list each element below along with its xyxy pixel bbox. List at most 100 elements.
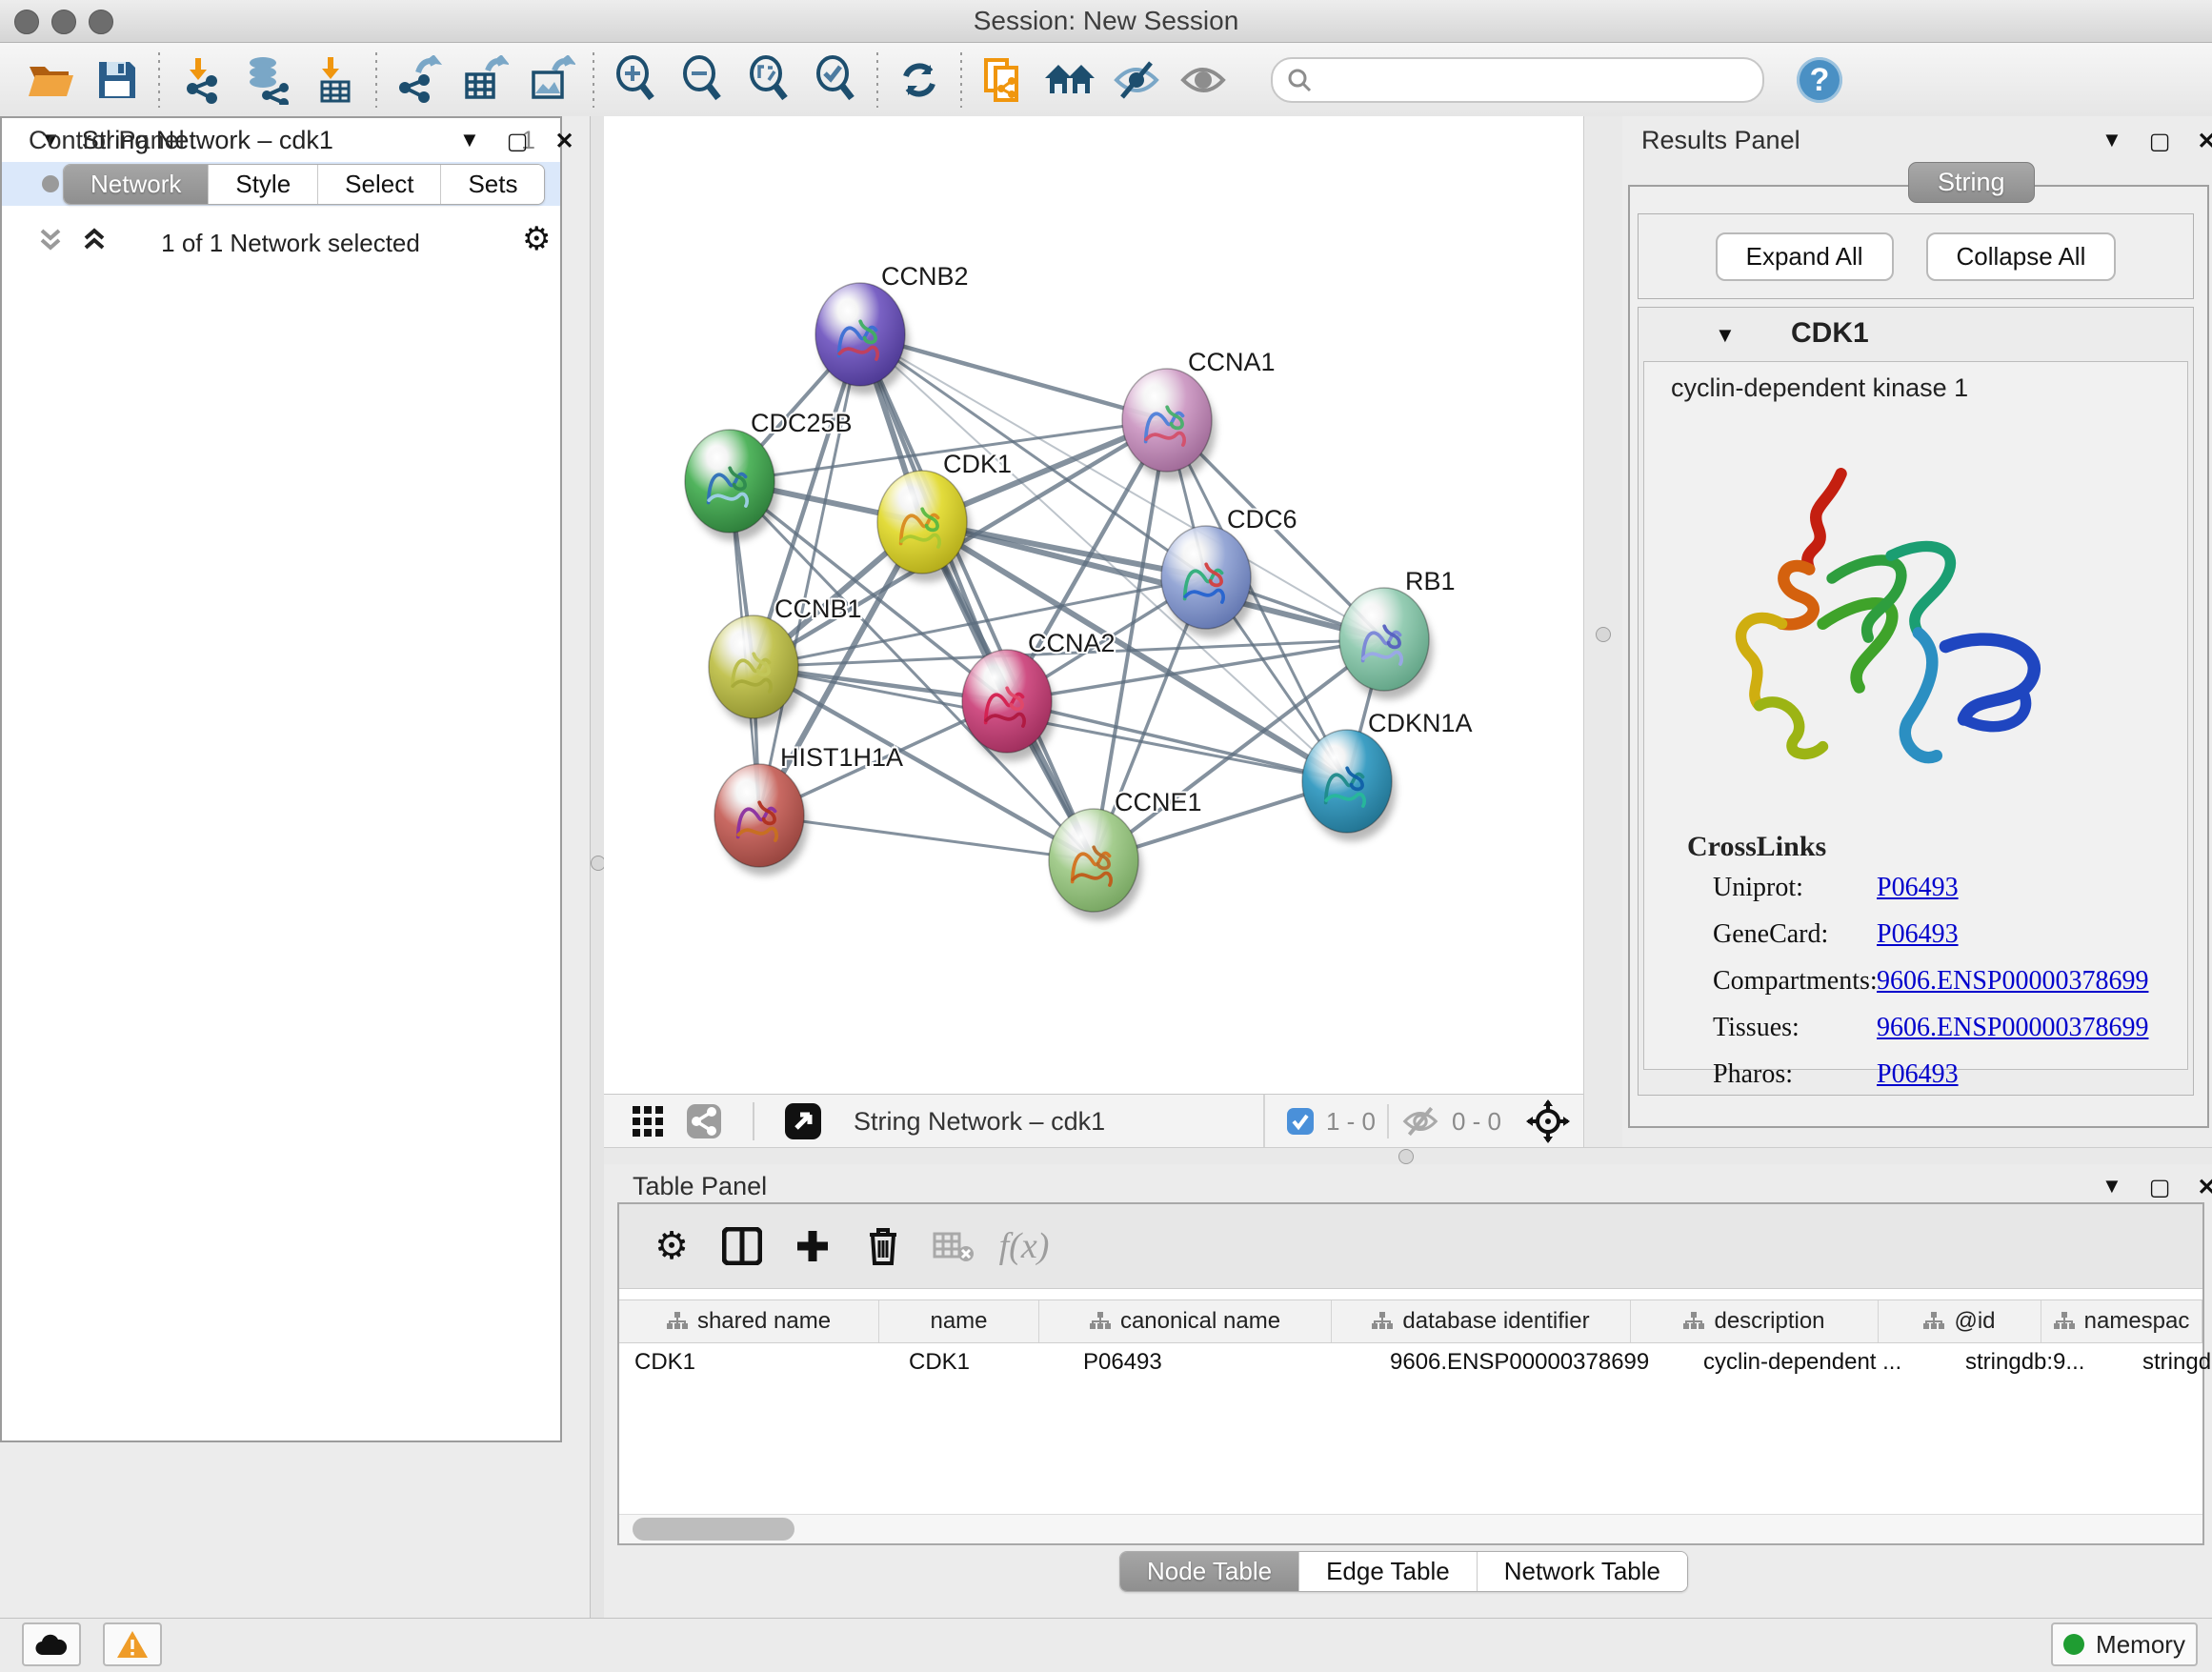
results-panel-close-button[interactable]: ✕ xyxy=(2197,128,2212,155)
network-node-ccnb2[interactable]: CCNB2 xyxy=(815,262,969,394)
column-header-name[interactable]: name xyxy=(879,1300,1039,1342)
zoom-out-button[interactable] xyxy=(669,51,735,109)
network-node-cdc6[interactable]: CDC6 xyxy=(1161,505,1297,637)
table-panel-close-button[interactable]: ✕ xyxy=(2197,1174,2212,1201)
cloud-status-button[interactable] xyxy=(22,1622,81,1666)
crosslink-value-link[interactable]: P06493 xyxy=(1877,919,1959,950)
column-header-namespac[interactable]: namespac xyxy=(2041,1300,2202,1342)
column-header--id[interactable]: @id xyxy=(1879,1300,2041,1342)
expand-all-button[interactable]: Expand All xyxy=(1716,232,1894,281)
tab-network-table[interactable]: Network Table xyxy=(1478,1552,1687,1591)
splitter-grip[interactable] xyxy=(1596,627,1611,642)
zoom-fit-button[interactable] xyxy=(735,51,802,109)
selected-checkbox-icon[interactable] xyxy=(1286,1107,1315,1136)
table-horizontal-scrollbar[interactable] xyxy=(619,1514,2202,1543)
save-session-button[interactable] xyxy=(84,51,151,109)
column-header-shared-name[interactable]: shared name xyxy=(619,1300,879,1342)
network-options-gear-icon[interactable]: ⚙ xyxy=(522,223,551,255)
search-input[interactable] xyxy=(1313,64,1717,95)
clone-network-button[interactable] xyxy=(970,51,1036,109)
crosslink-value-link[interactable]: 9606.ENSP00000378699 xyxy=(1877,966,2148,997)
network-node-cdkn1a[interactable]: CDKN1A xyxy=(1302,709,1473,841)
network-node-ccnb1[interactable]: CCNB1 xyxy=(709,594,862,727)
tab-string[interactable]: String xyxy=(1908,162,2035,203)
export-image-button[interactable] xyxy=(518,51,585,109)
warnings-button[interactable] xyxy=(103,1622,162,1666)
network-node-rb1[interactable]: RB1 xyxy=(1339,567,1456,699)
zoom-selected-button[interactable] xyxy=(802,51,869,109)
table-cell[interactable]: stringdb:9... xyxy=(1950,1342,2127,1382)
window-close-button[interactable] xyxy=(14,10,39,34)
show-all-button[interactable] xyxy=(1170,51,1237,109)
import-table-button[interactable] xyxy=(301,51,368,109)
column-header-canonical-name[interactable]: canonical name xyxy=(1039,1300,1332,1342)
results-panel-menu-caret[interactable]: ▼ xyxy=(2101,128,2122,155)
first-neighbors-button[interactable] xyxy=(1036,51,1103,109)
column-header-description[interactable]: description xyxy=(1631,1300,1879,1342)
network-edge[interactable] xyxy=(1007,701,1347,781)
hide-selected-button[interactable] xyxy=(1103,51,1170,109)
refresh-layout-button[interactable] xyxy=(886,51,953,109)
crosslink-value-link[interactable]: P06493 xyxy=(1877,873,1959,903)
network-canvas[interactable]: CCNB2CCNA1CDC25BCDK1CDC6RB1CCNB1CCNA2CDK… xyxy=(604,116,1583,1094)
scrollbar-thumb[interactable] xyxy=(633,1518,794,1541)
table-cell[interactable]: 9606.ENSP00000378699 xyxy=(1375,1342,1688,1382)
tab-edge-table[interactable]: Edge Table xyxy=(1299,1552,1478,1591)
network-share-icon[interactable] xyxy=(676,1088,732,1155)
network-edge[interactable] xyxy=(860,334,1094,860)
network-node-ccna1[interactable]: CCNA1 xyxy=(1122,348,1276,480)
network-node-cdc25b[interactable]: CDC25B xyxy=(685,409,853,541)
shared-column-icon xyxy=(2054,1312,2075,1331)
tab-select[interactable]: Select xyxy=(318,165,441,204)
collapse-all-button[interactable]: Collapse All xyxy=(1926,232,2117,281)
table-row[interactable]: CDK1CDK1P064939606.ENSP00000378699cyclin… xyxy=(619,1342,2212,1382)
export-image-icon xyxy=(528,55,575,105)
hidden-eye-icon[interactable] xyxy=(1400,1105,1440,1138)
control-panel-close-button[interactable]: ✕ xyxy=(554,128,573,155)
show-columns-icon[interactable] xyxy=(707,1213,777,1279)
network-edge[interactable] xyxy=(759,816,1094,860)
expand-all-networks-button[interactable] xyxy=(78,223,111,260)
function-builder-button[interactable]: f(x) xyxy=(989,1213,1059,1279)
import-network-button[interactable] xyxy=(168,51,234,109)
search-field[interactable] xyxy=(1271,57,1764,103)
export-table-button[interactable] xyxy=(452,51,518,109)
gene-card-caret[interactable]: ▼ xyxy=(1715,323,1736,348)
open-session-button[interactable] xyxy=(17,51,84,109)
delete-column-icon[interactable] xyxy=(848,1213,918,1279)
tab-network[interactable]: Network xyxy=(64,165,209,204)
zoom-in-button[interactable] xyxy=(602,51,669,109)
collapse-all-networks-button[interactable] xyxy=(34,223,67,260)
help-button[interactable]: ? xyxy=(1797,57,1842,103)
control-panel-float-button[interactable]: ▢ xyxy=(507,128,529,155)
import-network-from-database-button[interactable] xyxy=(234,51,301,109)
table-cell[interactable]: cyclin-dependent ... xyxy=(1688,1342,1950,1382)
table-panel-float-button[interactable]: ▢ xyxy=(2149,1174,2171,1201)
tab-style[interactable]: Style xyxy=(209,165,318,204)
crosslink-value-link[interactable]: P06493 xyxy=(1877,1059,1959,1090)
delete-table-icon[interactable] xyxy=(918,1213,989,1279)
crosshair-icon[interactable] xyxy=(1526,1099,1570,1143)
table-cell[interactable]: P06493 xyxy=(1068,1342,1375,1382)
tab-node-table[interactable]: Node Table xyxy=(1120,1552,1299,1591)
column-header-database-identifier[interactable]: database identifier xyxy=(1332,1300,1631,1342)
table-cell[interactable]: stringdb xyxy=(2127,1342,2212,1382)
window-zoom-button[interactable] xyxy=(89,10,113,34)
tab-sets[interactable]: Sets xyxy=(441,165,544,204)
results-panel-float-button[interactable]: ▢ xyxy=(2149,128,2171,155)
window-minimize-button[interactable] xyxy=(51,10,76,34)
memory-button[interactable]: Memory xyxy=(2051,1622,2198,1666)
add-column-icon[interactable] xyxy=(777,1213,848,1279)
network-node-hist1h1a[interactable]: HIST1H1A xyxy=(714,743,903,876)
birds-eye-view-icon[interactable] xyxy=(775,1088,831,1155)
table-cell[interactable]: CDK1 xyxy=(894,1342,1068,1382)
crosslink-value-link[interactable]: 9606.ENSP00000378699 xyxy=(1877,1013,2148,1043)
table-options-gear-icon[interactable]: ⚙ xyxy=(636,1213,707,1279)
grid-view-icon[interactable] xyxy=(619,1088,676,1155)
table-panel-menu-caret[interactable]: ▼ xyxy=(2101,1174,2122,1201)
selected-node-edge-counts: 1 - 0 xyxy=(1326,1107,1376,1137)
export-network-button[interactable] xyxy=(385,51,452,109)
control-panel-menu-caret[interactable]: ▼ xyxy=(459,128,480,155)
table-cell[interactable]: CDK1 xyxy=(619,1342,894,1382)
splitter-grip[interactable] xyxy=(1398,1149,1414,1164)
